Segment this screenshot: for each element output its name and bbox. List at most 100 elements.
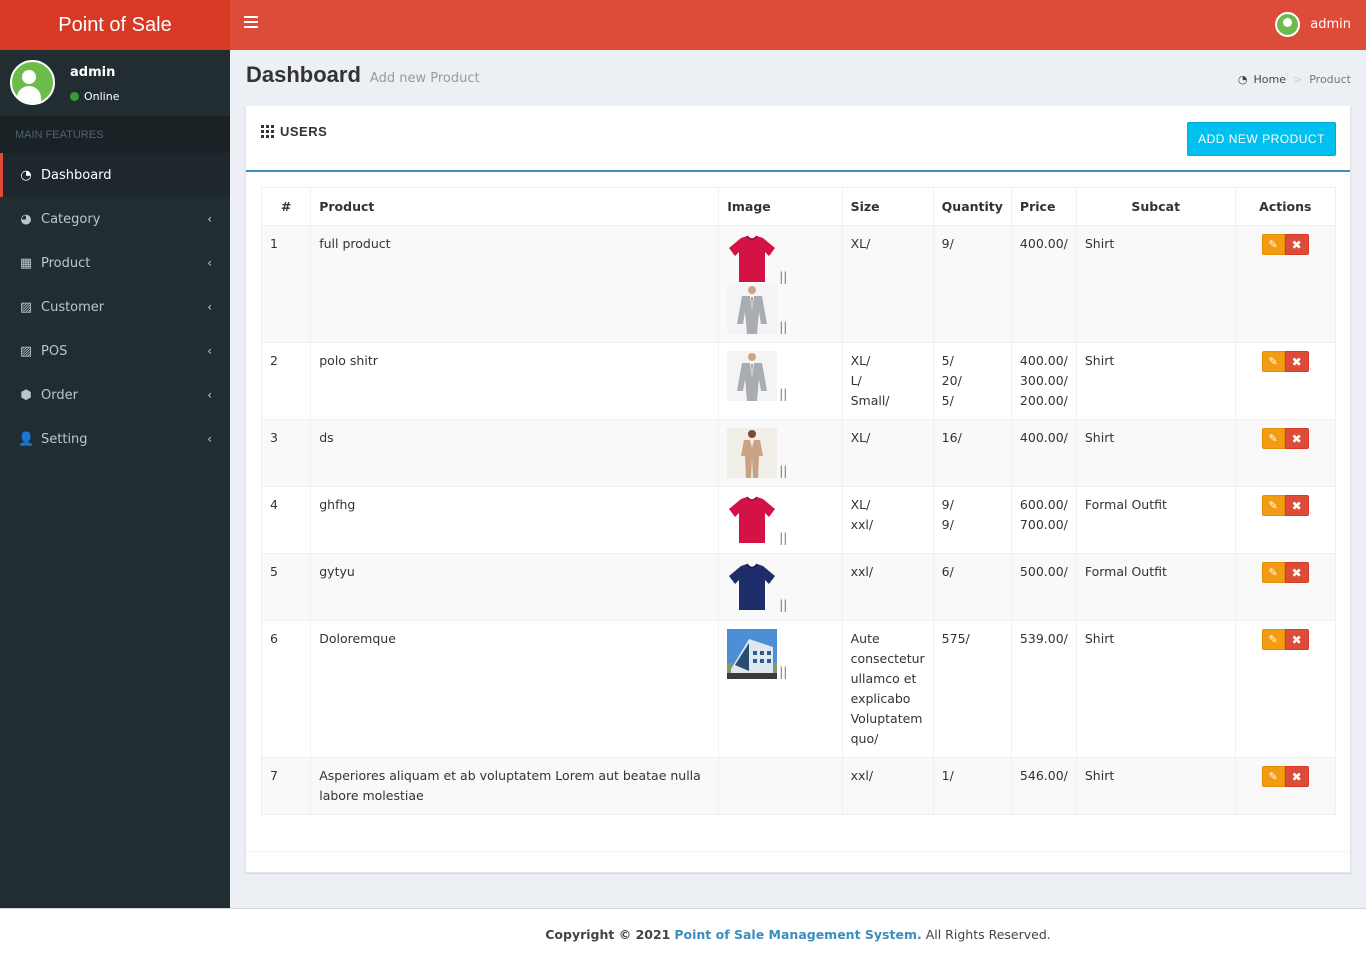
cell-size: XL/ [841, 419, 934, 487]
chevron-left-icon: ‹ [207, 388, 212, 402]
col-header-subcat[interactable]: Subcat [1075, 187, 1236, 226]
add-new-product-button[interactable]: ADD NEW PRODUCT [1187, 122, 1336, 156]
delete-button[interactable]: ✖ [1284, 234, 1309, 255]
sidebar-item-label: Category [41, 211, 101, 227]
cell-quantity: 575/ [932, 620, 1012, 758]
quantity-value: 5/ [941, 353, 954, 368]
subcat-value: Shirt [1084, 236, 1115, 251]
subcat-value: Shirt [1084, 768, 1115, 783]
image-separator: || [779, 464, 788, 478]
sidebar-item-dashboard[interactable]: ◔ Dashboard [0, 153, 230, 197]
table-row: 3 ds || XL/16/400.00/Shirt ✎ ✖ [260, 419, 1337, 487]
avatar [1275, 12, 1301, 37]
cell-price: 400.00/300.00/200.00/ [1010, 342, 1077, 420]
cell-actions: ✎ ✖ [1234, 342, 1337, 420]
delete-button[interactable]: ✖ [1284, 562, 1309, 583]
app-logo[interactable]: Point of Sale [0, 0, 230, 50]
sidebar-item-label: Customer [41, 299, 105, 315]
delete-button[interactable]: ✖ [1284, 495, 1309, 516]
sidebar-item-customer[interactable]: ▨ Customer ‹ [0, 285, 230, 329]
sidebar-item-pos[interactable]: ▨ POS ‹ [0, 329, 230, 373]
size-value: consectetur [850, 651, 925, 666]
edit-button[interactable]: ✎ [1261, 562, 1285, 583]
breadcrumb-home[interactable]: Home [1254, 73, 1286, 86]
pencil-icon: ✎ [1268, 632, 1278, 646]
col-header-price[interactable]: Price [1010, 187, 1077, 226]
product-image[interactable]: || [727, 284, 833, 334]
price-value: 200.00/ [1019, 393, 1068, 408]
sidebar-toggle-icon[interactable] [244, 16, 258, 34]
size-value: Small/ [850, 393, 890, 408]
product-image[interactable]: || [727, 629, 833, 679]
product-thumbnail [727, 351, 778, 401]
box-title: USERS [261, 124, 327, 139]
delete-button[interactable]: ✖ [1284, 428, 1309, 449]
cell-subcat: Shirt [1075, 342, 1236, 420]
footer-link[interactable]: Point of Sale Management System. [674, 927, 921, 942]
product-image[interactable]: || [727, 351, 833, 401]
chevron-left-icon: ‹ [207, 344, 212, 358]
product-thumbnail [727, 234, 777, 284]
pencil-icon: ✎ [1268, 237, 1278, 251]
sidebar-item-product[interactable]: ▦ Product ‹ [0, 241, 230, 285]
quantity-value: 575/ [941, 631, 970, 646]
cell-num: 5 [260, 553, 312, 621]
breadcrumb: ◔ Home > Product [1238, 73, 1351, 86]
col-header-num[interactable]: # [260, 187, 312, 226]
sidebar-item-setting[interactable]: 👤 Setting ‹ [0, 417, 230, 461]
product-thumbnail [727, 629, 778, 679]
product-image[interactable]: || [727, 234, 833, 284]
cell-num: 3 [260, 419, 312, 487]
col-header-actions[interactable]: Actions [1234, 187, 1337, 226]
chevron-left-icon: ‹ [207, 432, 212, 446]
chevron-left-icon: ‹ [207, 256, 212, 270]
col-header-product[interactable]: Product [310, 187, 720, 226]
cell-product: full product [310, 225, 720, 343]
price-value: 400.00/ [1019, 430, 1068, 445]
size-value: xxl/ [850, 768, 874, 783]
online-dot-icon [70, 92, 79, 101]
user-avatar [10, 60, 55, 105]
image-separator: || [779, 320, 788, 334]
cell-num: 2 [260, 342, 312, 420]
delete-button[interactable]: ✖ [1284, 766, 1309, 787]
quantity-value: 20/ [941, 373, 962, 388]
cell-image: || [718, 419, 843, 487]
close-icon: ✖ [1291, 632, 1302, 647]
col-header-image[interactable]: Image [718, 187, 843, 226]
edit-button[interactable]: ✎ [1261, 234, 1285, 255]
edit-button[interactable]: ✎ [1261, 629, 1285, 650]
sidebar-item-order[interactable]: ⬢ Order ‹ [0, 373, 230, 417]
cell-product: Asperiores aliquam et ab voluptatem Lore… [310, 757, 720, 815]
product-thumbnail [727, 562, 777, 612]
price-value: 300.00/ [1019, 373, 1068, 388]
cell-product: Doloremque [310, 620, 720, 758]
subcat-value: Formal Outfit [1084, 564, 1167, 579]
size-value: quo/ [850, 731, 879, 746]
cell-price: 500.00/ [1010, 553, 1077, 621]
product-image[interactable]: || [727, 495, 833, 545]
edit-button[interactable]: ✎ [1261, 766, 1285, 787]
size-value: XL/ [850, 236, 871, 251]
delete-button[interactable]: ✖ [1284, 629, 1309, 650]
size-value: Aute [850, 631, 880, 646]
edit-button[interactable]: ✎ [1261, 351, 1285, 372]
product-image[interactable]: || [727, 562, 833, 612]
delete-button[interactable]: ✖ [1284, 351, 1309, 372]
size-value: L/ [850, 373, 862, 388]
top-navbar: admin [230, 0, 1366, 50]
products-table: # Product Image Size Quantity Price Subc… [260, 187, 1337, 815]
image-separator: || [779, 387, 788, 401]
col-header-quantity[interactable]: Quantity [932, 187, 1012, 226]
user-menu[interactable]: admin [1275, 12, 1351, 37]
cell-quantity: 5/20/5/ [932, 342, 1012, 420]
close-icon: ✖ [1291, 565, 1302, 580]
table-row: 2 polo shitr || XL/L/Small/5/20/5/400.00/30… [260, 342, 1337, 420]
edit-button[interactable]: ✎ [1261, 428, 1285, 449]
edit-button[interactable]: ✎ [1261, 495, 1285, 516]
product-image[interactable]: || [727, 428, 833, 478]
col-header-size[interactable]: Size [841, 187, 934, 226]
sidebar-item-label: Order [41, 387, 78, 403]
cell-quantity: 16/ [932, 419, 1012, 487]
sidebar-item-category[interactable]: ◕ Category ‹ [0, 197, 230, 241]
